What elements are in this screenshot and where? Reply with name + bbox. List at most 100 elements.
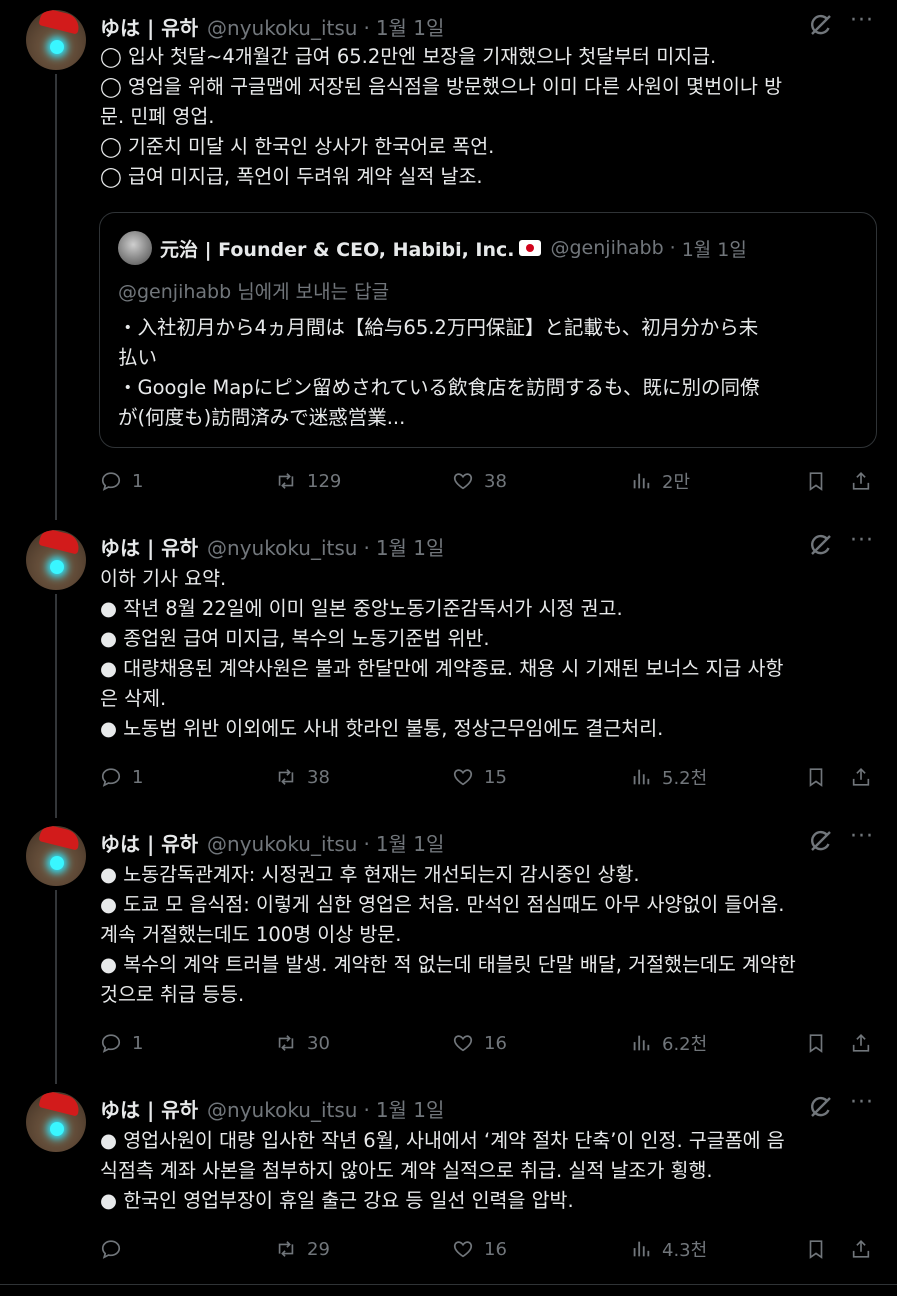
- more-icon[interactable]: ···: [848, 10, 876, 36]
- grok-icon[interactable]: [808, 12, 834, 38]
- retweet-button[interactable]: 38: [275, 762, 330, 792]
- more-icon[interactable]: ···: [848, 826, 876, 852]
- reply-count: 1: [132, 1032, 144, 1054]
- views-icon: [633, 473, 650, 489]
- tweet[interactable]: ゆは | 유하 @nyukoku_itsu · 1월 1일 ··· ● 노동감독…: [0, 816, 897, 1084]
- timestamp[interactable]: 1월 1일: [376, 1094, 445, 1123]
- capybara-avatar[interactable]: [26, 530, 86, 590]
- like-count: 16: [484, 1238, 507, 1260]
- views-icon: [633, 769, 650, 785]
- quoted-display-name: 元治 | Founder & CEO, Habibi, Inc.: [160, 238, 515, 261]
- tweet-text: 이하 기사 요약. ● 작년 8월 22일에 이미 일본 중앙노동기준감독서가 …: [100, 567, 784, 740]
- share-button[interactable]: [850, 466, 882, 496]
- tweet-header: ゆは | 유하 @nyukoku_itsu · 1월 1일: [100, 12, 445, 41]
- display-name[interactable]: ゆは | 유하: [100, 1094, 198, 1123]
- share-button[interactable]: [850, 1028, 882, 1058]
- retweet-count: 129: [307, 470, 342, 492]
- share-button[interactable]: [850, 1234, 882, 1264]
- reply-button[interactable]: 1: [100, 1028, 143, 1058]
- reply-button[interactable]: 1: [100, 762, 143, 792]
- bookmark-button[interactable]: [805, 1234, 837, 1264]
- capybara-avatar[interactable]: [26, 10, 86, 70]
- grok-icon[interactable]: [808, 532, 834, 558]
- action-bar: 1 129 38 2만: [100, 466, 880, 496]
- view-count: 6.2천: [662, 1034, 708, 1055]
- views-button[interactable]: 2만: [630, 466, 690, 496]
- more-icon[interactable]: ···: [848, 530, 876, 556]
- bookmark-button[interactable]: [805, 1028, 837, 1058]
- bookmark-button[interactable]: [805, 466, 837, 496]
- timeline-divider: [0, 1284, 897, 1285]
- handle[interactable]: @nyukoku_itsu: [207, 16, 357, 40]
- action-bar: 1 38 15 5.2천: [100, 762, 880, 792]
- display-name[interactable]: ゆは | 유하: [100, 532, 198, 561]
- bookmark-button[interactable]: [805, 762, 837, 792]
- like-count: 38: [484, 470, 507, 492]
- retweet-icon: [278, 1241, 294, 1257]
- thread-line: [55, 890, 57, 1084]
- share-icon: [852, 1240, 870, 1258]
- display-name[interactable]: ゆは | 유하: [100, 12, 198, 41]
- share-icon: [852, 768, 870, 786]
- reply-button[interactable]: [100, 1234, 132, 1264]
- view-count: 2만: [662, 472, 691, 493]
- retweet-button[interactable]: 129: [275, 466, 341, 496]
- heart-icon: [453, 1241, 473, 1258]
- grok-icon[interactable]: [808, 828, 834, 854]
- views-icon: [633, 1035, 650, 1051]
- capybara-avatar[interactable]: [26, 1092, 86, 1152]
- like-button[interactable]: 15: [452, 762, 507, 792]
- like-button[interactable]: 16: [452, 1234, 507, 1264]
- like-button[interactable]: 16: [452, 1028, 507, 1058]
- quoted-handle: @genjihabb: [550, 237, 664, 259]
- quoted-avatar: [118, 231, 152, 265]
- thread-line: [55, 594, 57, 818]
- quoted-tweet-header: 元治 | Founder & CEO, Habibi, Inc. @genjih…: [118, 231, 747, 265]
- capybara-avatar[interactable]: [26, 826, 86, 886]
- like-button[interactable]: 38: [452, 466, 507, 496]
- tweet-header: ゆは | 유하 @nyukoku_itsu · 1월 1일: [100, 1094, 445, 1123]
- retweet-button[interactable]: 30: [275, 1028, 330, 1058]
- retweet-count: 29: [307, 1238, 330, 1260]
- reply-count: 1: [132, 470, 144, 492]
- like-count: 16: [484, 1032, 507, 1054]
- heart-icon: [453, 1035, 473, 1052]
- share-icon: [852, 1034, 870, 1052]
- quoted-tweet[interactable]: 元治 | Founder & CEO, Habibi, Inc. @genjih…: [99, 212, 877, 448]
- tweet-text: ● 노동감독관계자: 시정권고 후 현재는 개선되는지 감시중인 상황. ● 도…: [100, 863, 796, 1006]
- share-button[interactable]: [850, 762, 882, 792]
- quoted-timestamp: 1월 1일: [681, 238, 747, 261]
- views-button[interactable]: 6.2천: [630, 1028, 707, 1058]
- tweet-text: ● 영업사원이 대량 입사한 작년 6월, 사내에서 ‘계약 절차 단축’이 인…: [100, 1129, 785, 1212]
- retweet-icon: [278, 769, 294, 785]
- retweet-icon: [278, 473, 294, 489]
- bookmark-icon: [809, 1034, 823, 1053]
- heart-icon: [453, 473, 473, 490]
- heart-icon: [453, 769, 473, 786]
- tweet[interactable]: ゆは | 유하 @nyukoku_itsu · 1월 1일 ··· 이하 기사 …: [0, 520, 897, 818]
- tweet[interactable]: ゆは | 유하 @nyukoku_itsu · 1월 1일 ··· ◯ 입사 첫…: [0, 0, 897, 520]
- timestamp[interactable]: 1월 1일: [376, 828, 445, 857]
- reply-context: @genjihabb 님에게 보내는 답글: [118, 281, 390, 303]
- reply-button[interactable]: 1: [100, 466, 143, 496]
- timestamp[interactable]: 1월 1일: [376, 532, 445, 561]
- tweet-header: ゆは | 유하 @nyukoku_itsu · 1월 1일: [100, 828, 445, 857]
- reply-icon: [101, 1034, 121, 1053]
- retweet-count: 30: [307, 1032, 330, 1054]
- handle[interactable]: @nyukoku_itsu: [207, 1098, 357, 1122]
- views-button[interactable]: 5.2천: [630, 762, 707, 792]
- display-name[interactable]: ゆは | 유하: [100, 828, 198, 857]
- retweet-button[interactable]: 29: [275, 1234, 330, 1264]
- action-bar: 1 30 16 6.2천: [100, 1028, 880, 1058]
- grok-icon[interactable]: [808, 1094, 834, 1120]
- view-count: 5.2천: [662, 768, 708, 789]
- views-button[interactable]: 4.3천: [630, 1234, 707, 1264]
- handle[interactable]: @nyukoku_itsu: [207, 832, 357, 856]
- like-count: 15: [484, 766, 507, 788]
- action-bar: 29 16 4.3천: [100, 1234, 880, 1264]
- timestamp[interactable]: 1월 1일: [376, 12, 445, 41]
- tweet[interactable]: ゆは | 유하 @nyukoku_itsu · 1월 1일 ··· ● 영업사원…: [0, 1082, 897, 1282]
- more-icon[interactable]: ···: [848, 1092, 876, 1118]
- handle[interactable]: @nyukoku_itsu: [207, 536, 357, 560]
- view-count: 4.3천: [662, 1240, 708, 1261]
